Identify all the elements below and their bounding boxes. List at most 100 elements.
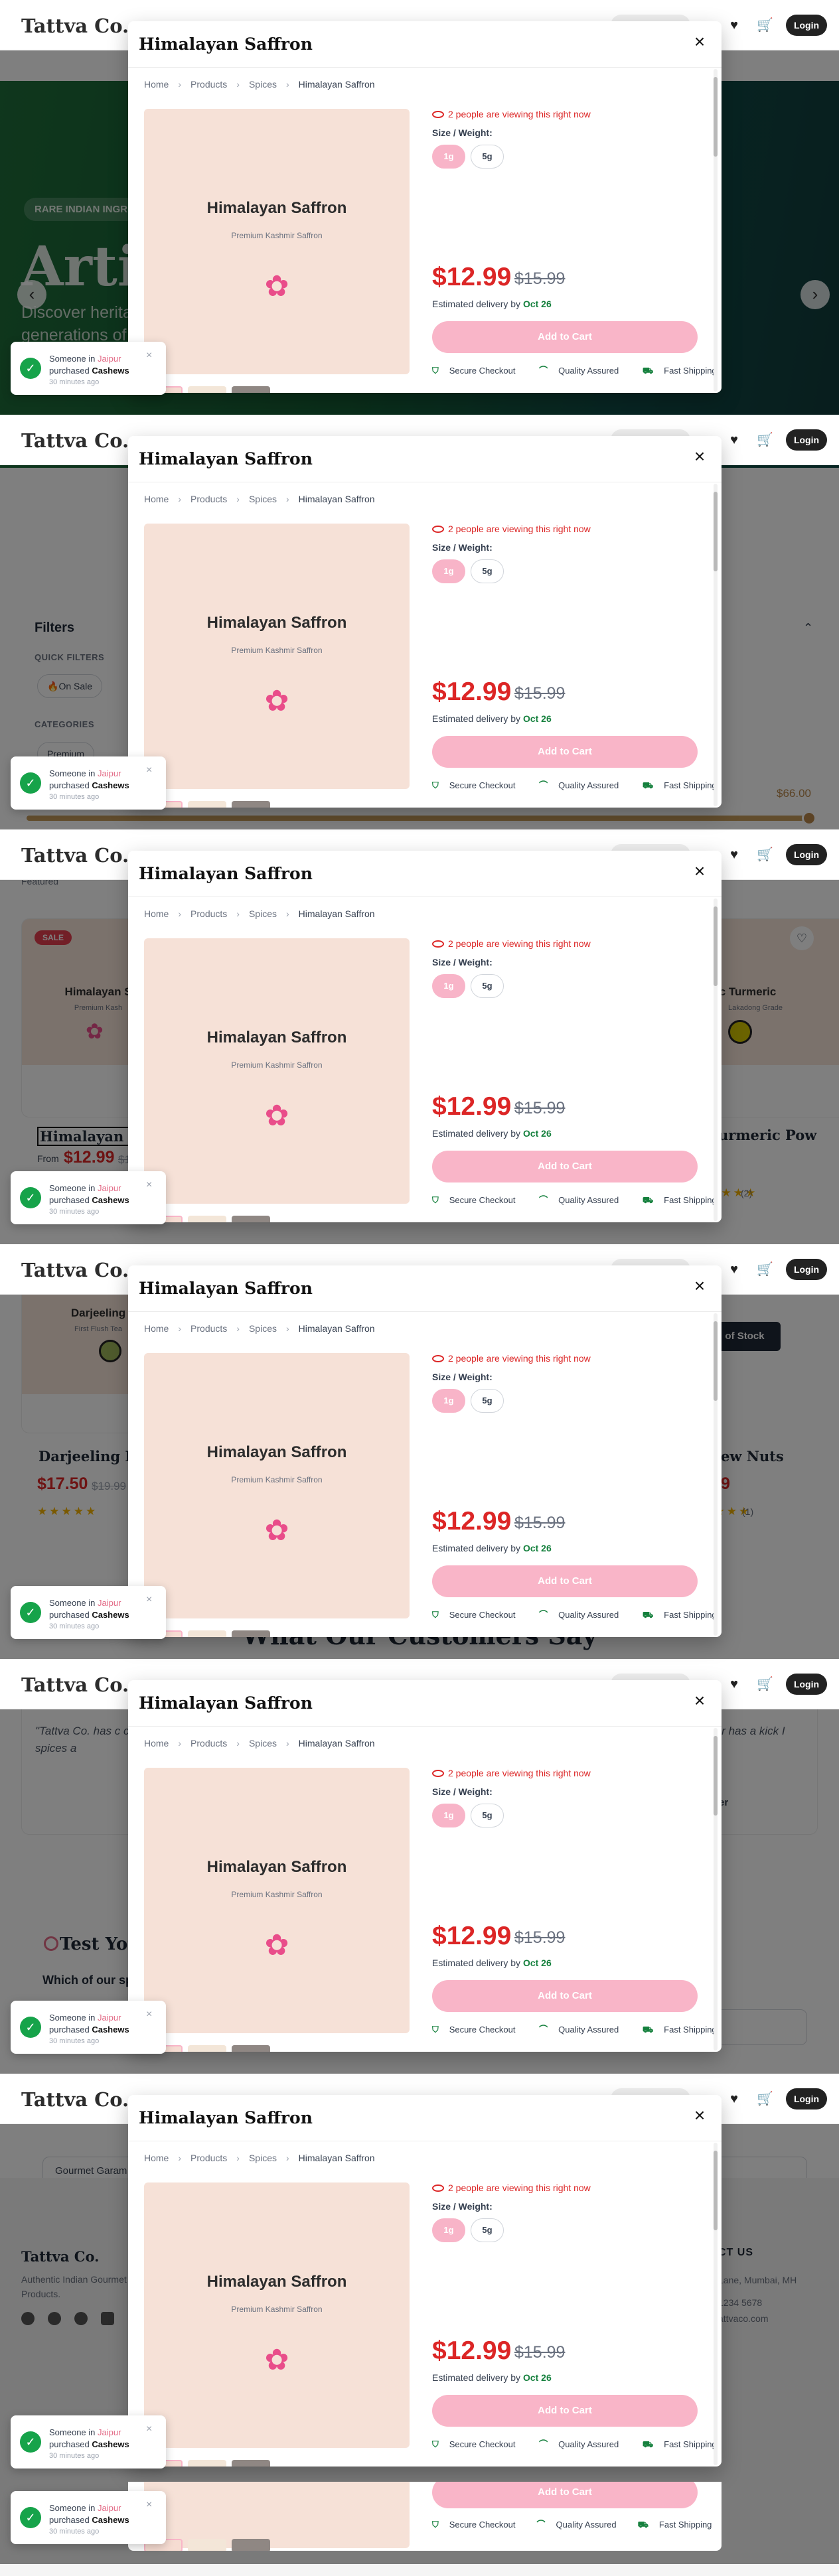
size-option-5g[interactable]: 5g — [471, 1389, 504, 1413]
close-icon[interactable]: × — [146, 764, 152, 776]
breadcrumb-home[interactable]: Home — [144, 2153, 169, 2163]
thumbnail[interactable] — [232, 386, 270, 393]
modal-scrollbar[interactable] — [714, 898, 718, 1221]
modal-scrollbar[interactable] — [714, 2143, 718, 2465]
product-main-image[interactable]: Himalayan Saffron Premium Kashmir Saffro… — [144, 1353, 410, 1618]
size-option-5g[interactable]: 5g — [471, 145, 504, 169]
chevron-right-icon: › — [285, 908, 289, 919]
trust-badges: ⛉ Secure Checkout ⌒ Quality Assured ⛟ Fast … — [432, 2023, 722, 2037]
size-option-5g[interactable]: 5g — [471, 559, 504, 583]
product-main-image[interactable]: Himalayan Saffron Premium Kashmir Saffro… — [144, 109, 410, 374]
thumbnail[interactable] — [188, 2045, 226, 2052]
breadcrumb-spices[interactable]: Spices — [249, 2153, 277, 2163]
product-main-image[interactable]: Himalayan Saffron Premium Kashmir Saffro… — [144, 1768, 410, 2033]
add-to-cart-button[interactable]: Add to Cart — [432, 1151, 698, 1182]
size-option-5g[interactable]: 5g — [471, 2218, 504, 2242]
scrollbar-thumb[interactable] — [714, 906, 718, 986]
thumbnail[interactable] — [232, 2045, 270, 2052]
breadcrumb-products[interactable]: Products — [191, 1323, 227, 1334]
size-option-1g[interactable]: 1g — [432, 145, 465, 169]
breadcrumb-products[interactable]: Products — [191, 1738, 227, 1749]
breadcrumb-spices[interactable]: Spices — [249, 1323, 277, 1334]
thumbnail[interactable] — [232, 2460, 270, 2467]
shield-icon: ⛉ — [432, 780, 439, 790]
add-to-cart-button[interactable]: Add to Cart — [432, 1980, 698, 2012]
thumbnail[interactable] — [188, 2460, 226, 2467]
thumbnail[interactable] — [232, 801, 270, 808]
close-icon[interactable]: × — [146, 2423, 152, 2435]
breadcrumb-products[interactable]: Products — [191, 908, 227, 919]
size-option-1g[interactable]: 1g — [432, 974, 465, 998]
add-to-cart-button[interactable]: Add to Cart — [432, 321, 698, 353]
purchase-toast: ✓ Someone in Jaipur purchased Cashews 30… — [11, 2001, 166, 2054]
thumbnail[interactable] — [188, 386, 226, 393]
thumbnail[interactable] — [188, 1216, 226, 1222]
thumbnail[interactable] — [188, 2539, 226, 2551]
breadcrumb-home[interactable]: Home — [144, 908, 169, 919]
toast-line: Someone in Jaipur — [49, 354, 121, 364]
product-main-image[interactable] — [144, 2482, 410, 2548]
scrollbar-thumb[interactable] — [714, 1736, 718, 1816]
breadcrumb-home[interactable]: Home — [144, 79, 169, 90]
breadcrumb-products[interactable]: Products — [191, 2153, 227, 2163]
size-label: Size / Weight: — [432, 1786, 493, 1797]
scrollbar-thumb[interactable] — [714, 492, 718, 571]
close-icon[interactable]: × — [690, 861, 710, 881]
breadcrumb-spices[interactable]: Spices — [249, 908, 277, 919]
breadcrumb-home[interactable]: Home — [144, 1738, 169, 1749]
delivery-estimate: Estimated delivery by Oct 26 — [432, 1543, 552, 1553]
size-option-1g[interactable]: 1g — [432, 1389, 465, 1413]
close-icon[interactable]: × — [146, 350, 152, 362]
size-option-5g[interactable]: 5g — [471, 1804, 504, 1827]
breadcrumb-products[interactable]: Products — [191, 79, 227, 90]
close-icon[interactable]: × — [146, 1594, 152, 1606]
close-icon[interactable]: × — [690, 447, 710, 466]
size-option-1g[interactable]: 1g — [432, 1804, 465, 1827]
close-icon[interactable]: × — [146, 2009, 152, 2021]
close-icon[interactable]: × — [690, 32, 710, 52]
product-main-image[interactable]: Himalayan Saffron Premium Kashmir Saffro… — [144, 524, 410, 789]
size-label: Size / Weight: — [432, 1372, 493, 1382]
thumbnail[interactable] — [188, 1630, 226, 1637]
shield-icon: ⛉ — [432, 2520, 439, 2530]
size-label: Size / Weight: — [432, 957, 493, 967]
modal-scrollbar[interactable] — [714, 1728, 718, 2050]
chevron-right-icon: › — [285, 79, 289, 90]
thumbnail[interactable] — [232, 2539, 270, 2551]
modal-scrollbar[interactable] — [714, 69, 718, 392]
scrollbar-thumb[interactable] — [714, 2151, 718, 2230]
product-main-image[interactable]: Himalayan Saffron Premium Kashmir Saffro… — [144, 938, 410, 1204]
chevron-right-icon: › — [236, 2153, 240, 2163]
size-option-1g[interactable]: 1g — [432, 559, 465, 583]
breadcrumb-home[interactable]: Home — [144, 494, 169, 504]
thumbnail[interactable] — [188, 801, 226, 808]
modal-scrollbar[interactable] — [714, 1313, 718, 1636]
add-to-cart-button[interactable]: Add to Cart — [432, 2482, 698, 2508]
close-icon[interactable]: × — [690, 2106, 710, 2125]
breadcrumb-home[interactable]: Home — [144, 1323, 169, 1334]
breadcrumb-spices[interactable]: Spices — [249, 1738, 277, 1749]
add-to-cart-button[interactable]: Add to Cart — [432, 736, 698, 768]
breadcrumb-products[interactable]: Products — [191, 494, 227, 504]
product-price: $12.99 — [432, 263, 512, 291]
breadcrumb-spices[interactable]: Spices — [249, 79, 277, 90]
modal-scrollbar[interactable] — [714, 484, 718, 806]
scrollbar-thumb[interactable] — [714, 77, 718, 157]
quality-assured-badge: ⌒ Quality Assured — [539, 366, 619, 376]
close-icon[interactable]: × — [690, 1691, 710, 1711]
size-option-1g[interactable]: 1g — [432, 2218, 465, 2242]
add-to-cart-button[interactable]: Add to Cart — [432, 1565, 698, 1597]
close-icon[interactable]: × — [690, 1276, 710, 1296]
add-to-cart-button[interactable]: Add to Cart — [432, 2395, 698, 2427]
quick-view-modal: Himalayan Saffron × Home › Products › Spices… — [128, 1680, 722, 2052]
toast-time: 30 minutes ago — [49, 1622, 100, 1630]
product-main-image[interactable]: Himalayan Saffron Premium Kashmir Saffro… — [144, 2182, 410, 2448]
scrollbar-thumb[interactable] — [714, 1321, 718, 1401]
close-icon[interactable]: × — [146, 1179, 152, 1191]
close-icon[interactable]: × — [146, 2499, 152, 2511]
size-option-5g[interactable]: 5g — [471, 974, 504, 998]
thumbnail[interactable] — [232, 1630, 270, 1637]
thumbnail[interactable] — [232, 1216, 270, 1222]
breadcrumb-spices[interactable]: Spices — [249, 494, 277, 504]
truck-icon: ⛟ — [642, 780, 654, 790]
